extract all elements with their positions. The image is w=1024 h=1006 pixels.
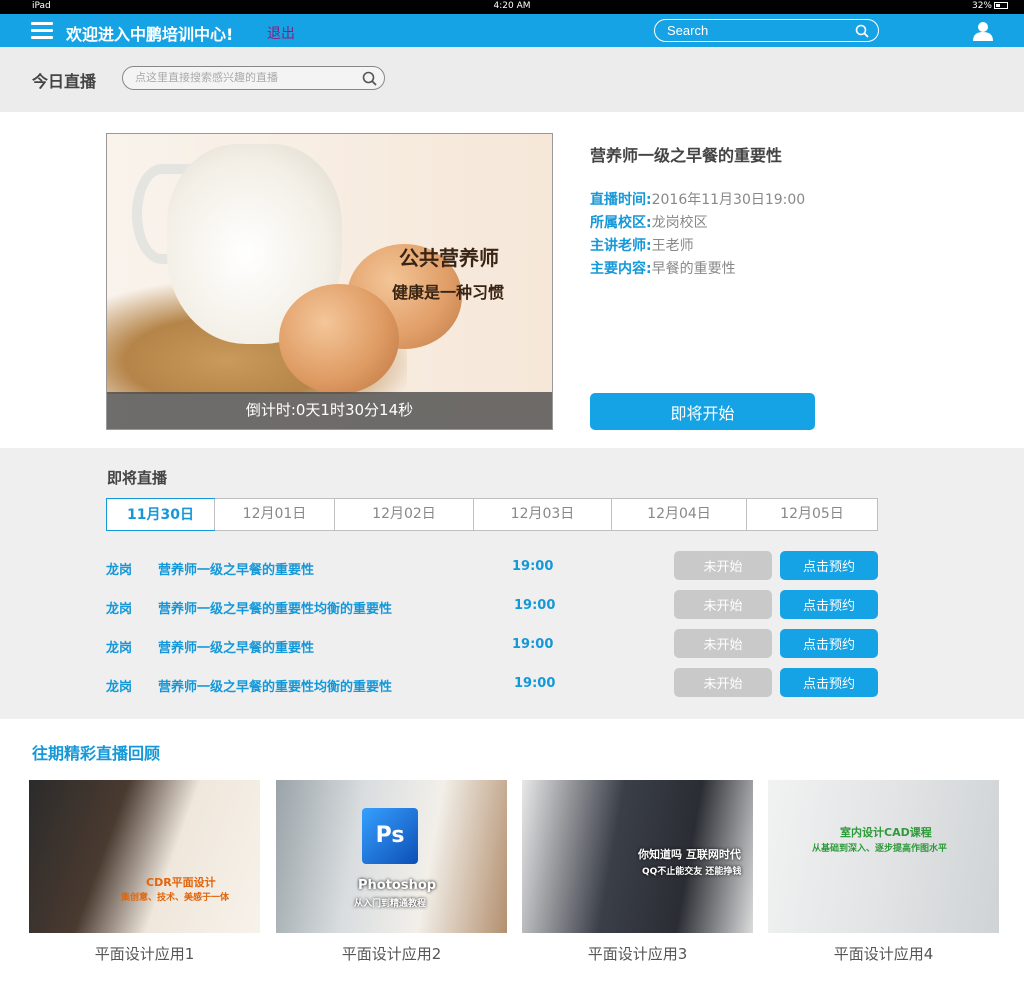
poster-subline: 健康是一种习惯 <box>392 283 505 302</box>
date-tab[interactable]: 11月30日 <box>106 498 215 531</box>
thumb-subtitle: 集创意、技术、美感于一体 <box>121 893 230 903</box>
schedule-list: 龙岗 营养师一级之早餐的重要性 19:00 未开始 点击预约 龙岗 营养师一级之… <box>106 551 878 707</box>
live-search-box <box>122 66 385 90</box>
info-value: 龙岗校区 <box>651 215 708 231</box>
featured-poster[interactable]: 公共营养师 健康是一种习惯 倒计时:0天1时30分14秒 <box>106 133 553 430</box>
card-thumbnail[interactable]: 室内设计CAD课程 从基础到深入、逐步提高作图水平 <box>768 780 999 933</box>
reserve-button[interactable]: 点击预约 <box>780 551 878 580</box>
info-value: 早餐的重要性 <box>651 261 736 277</box>
thumb-subtitle: 从基础到深入、逐步提高作图水平 <box>812 844 948 854</box>
info-row: 主要内容:早餐的重要性 <box>590 258 805 281</box>
upcoming-live: 即将直播 11月30日 12月01日 12月02日 12月03日 12月04日 … <box>0 448 1024 719</box>
date-tab[interactable]: 12月02日 <box>334 499 473 530</box>
card-thumbnail[interactable]: CDR平面设计 集创意、技术、美感于一体 <box>29 780 260 933</box>
countdown-timer: 倒计时:0天1时30分14秒 <box>107 392 552 429</box>
schedule-row: 龙岗 营养师一级之早餐的重要性均衡的重要性 19:00 未开始 点击预约 <box>106 668 878 707</box>
start-time: 19:00 <box>512 637 554 652</box>
battery-percent: 32% <box>971 1 992 11</box>
info-row: 主讲老师:王老师 <box>590 235 805 258</box>
thumb-title: CDR平面设计 <box>146 876 216 889</box>
top-nav: 欢迎进入中鹏培训中心! 退出 <box>0 14 1024 47</box>
start-time: 19:00 <box>514 676 556 691</box>
menu-icon[interactable] <box>31 22 53 39</box>
card-caption[interactable]: 平面设计应用1 <box>29 943 260 964</box>
featured-info: 直播时间:2016年11月30日19:00 所属校区:龙岗校区 主讲老师:王老师… <box>590 189 805 281</box>
section-title-upcoming: 即将直播 <box>107 469 168 487</box>
start-time: 19:00 <box>514 598 556 613</box>
start-time: 19:00 <box>512 559 554 574</box>
status-bar: iPad 4:20 AM 32% <box>0 0 1024 14</box>
schedule-row: 龙岗 营养师一级之早餐的重要性 19:00 未开始 点击预约 <box>106 551 878 590</box>
card-caption[interactable]: 平面设计应用3 <box>522 943 753 964</box>
reserve-button[interactable]: 点击预约 <box>780 590 878 619</box>
campus: 龙岗 <box>106 641 133 656</box>
review-card[interactable]: 你知道吗 互联网时代 QQ不止能交友 还能挣钱 平面设计应用3 <box>522 780 753 964</box>
not-started-button: 未开始 <box>674 590 772 619</box>
thumb-title: 室内设计CAD课程 <box>840 826 932 839</box>
top-search-box <box>654 19 879 42</box>
review-card[interactable]: CDR平面设计 集创意、技术、美感于一体 平面设计应用1 <box>29 780 260 964</box>
review-card[interactable]: Ps Photoshop 从入门到精通教程 平面设计应用2 <box>276 780 507 964</box>
info-key: 主讲老师: <box>590 238 652 254</box>
featured-live: 公共营养师 健康是一种习惯 倒计时:0天1时30分14秒 营养师一级之早餐的重要… <box>0 112 1024 448</box>
date-tab[interactable]: 12月01日 <box>214 499 334 530</box>
search-icon[interactable] <box>362 71 377 86</box>
not-started-button: 未开始 <box>674 551 772 580</box>
reserve-button[interactable]: 点击预约 <box>780 668 878 697</box>
logout-link[interactable]: 退出 <box>267 23 295 43</box>
info-row: 直播时间:2016年11月30日19:00 <box>590 189 805 212</box>
not-started-button: 未开始 <box>674 668 772 697</box>
reserve-button[interactable]: 点击预约 <box>780 629 878 658</box>
not-started-button: 未开始 <box>674 629 772 658</box>
date-tab[interactable]: 12月05日 <box>746 499 877 530</box>
thumb-title: Photoshop <box>358 878 437 893</box>
course-title[interactable]: 营养师一级之早餐的重要性均衡的重要性 <box>158 598 392 617</box>
past-live-review: 往期精彩直播回顾 CDR平面设计 集创意、技术、美感于一体 平面设计应用1 Ps… <box>0 719 1024 1006</box>
card-thumbnail[interactable]: 你知道吗 互联网时代 QQ不止能交友 还能挣钱 <box>522 780 753 933</box>
thumb-title: 你知道吗 互联网时代 <box>638 848 741 861</box>
battery-status: 32% <box>972 1 1008 11</box>
card-thumbnail[interactable]: Ps Photoshop 从入门到精通教程 <box>276 780 507 933</box>
clock: 4:20 AM <box>493 1 531 11</box>
campus: 龙岗 <box>106 602 133 617</box>
date-tabs: 11月30日 12月01日 12月02日 12月03日 12月04日 12月05… <box>106 498 878 531</box>
course-title[interactable]: 营养师一级之早餐的重要性 <box>158 559 314 578</box>
schedule-row: 龙岗 营养师一级之早餐的重要性均衡的重要性 19:00 未开始 点击预约 <box>106 590 878 629</box>
campus: 龙岗 <box>106 680 133 695</box>
schedule-row: 龙岗 营养师一级之早餐的重要性 19:00 未开始 点击预约 <box>106 629 878 668</box>
start-soon-button[interactable]: 即将开始 <box>590 393 815 430</box>
info-row: 所属校区:龙岗校区 <box>590 212 805 235</box>
poster-headline: 公共营养师 <box>399 246 499 270</box>
live-search-input[interactable] <box>135 70 355 86</box>
egg-graphic <box>279 284 399 394</box>
review-card[interactable]: 室内设计CAD课程 从基础到深入、逐步提高作图水平 平面设计应用4 <box>768 780 999 964</box>
card-caption[interactable]: 平面设计应用2 <box>276 943 507 964</box>
campus: 龙岗 <box>106 563 133 578</box>
card-caption[interactable]: 平面设计应用4 <box>768 943 999 964</box>
search-icon[interactable] <box>855 24 869 38</box>
top-search-input[interactable] <box>667 22 847 38</box>
thumb-subtitle: QQ不止能交友 还能挣钱 <box>642 867 742 877</box>
info-key: 主要内容: <box>590 261 652 277</box>
section-title-today: 今日直播 <box>32 72 97 91</box>
course-title[interactable]: 营养师一级之早餐的重要性均衡的重要性 <box>158 676 392 695</box>
thumb-subtitle: 从入门到精通教程 <box>354 899 427 909</box>
info-value: 2016年11月30日19:00 <box>651 192 806 208</box>
photoshop-logo: Ps <box>362 808 418 864</box>
course-title[interactable]: 营养师一级之早餐的重要性 <box>158 637 314 656</box>
battery-icon <box>994 2 1008 9</box>
info-key: 直播时间: <box>590 192 652 208</box>
date-tab[interactable]: 12月04日 <box>611 499 746 530</box>
info-key: 所属校区: <box>590 215 652 231</box>
info-value: 王老师 <box>651 238 694 254</box>
user-icon[interactable] <box>972 21 994 41</box>
date-tab[interactable]: 12月03日 <box>473 499 611 530</box>
section-title-review: 往期精彩直播回顾 <box>32 744 161 763</box>
featured-title: 营养师一级之早餐的重要性 <box>590 146 783 165</box>
live-search-bar: 今日直播 <box>0 47 1024 112</box>
welcome-title: 欢迎进入中鹏培训中心! <box>66 25 234 44</box>
